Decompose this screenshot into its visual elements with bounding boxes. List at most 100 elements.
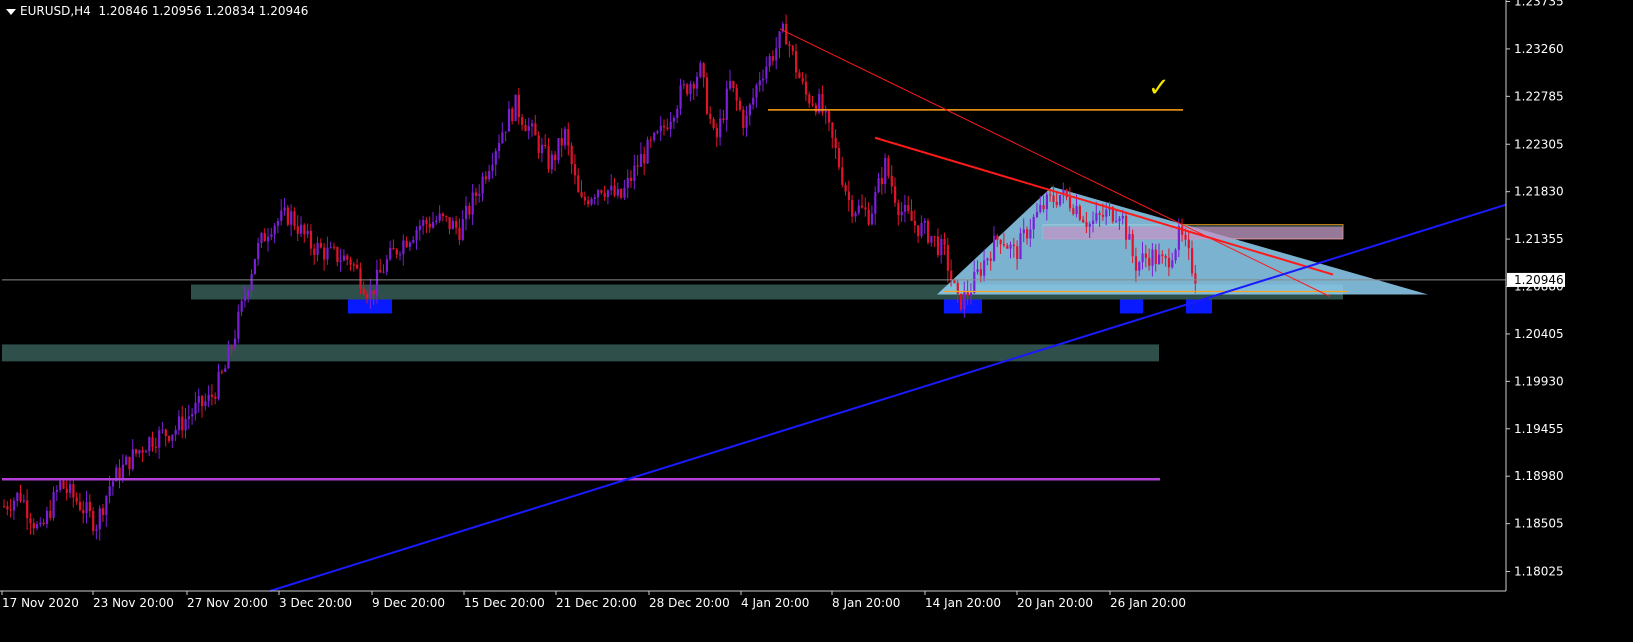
- candle-body: [250, 274, 253, 291]
- candle-body: [917, 225, 920, 237]
- candle-body: [527, 126, 530, 132]
- candle-body: [105, 496, 108, 515]
- y-tick-label: 1.18505: [1514, 517, 1564, 531]
- candle-body: [669, 121, 672, 130]
- chart-title: EURUSD,H4 1.20846 1.20956 1.20834 1.2094…: [6, 4, 308, 18]
- candle-body: [69, 484, 72, 493]
- candle-body: [326, 247, 329, 260]
- candle-body: [702, 63, 705, 78]
- candle-body: [877, 178, 880, 193]
- candle-body: [234, 338, 237, 348]
- candle-body: [1042, 205, 1045, 210]
- candle-body: [385, 259, 388, 272]
- candle-body: [534, 123, 537, 136]
- candle-body: [26, 500, 29, 519]
- candle-body: [755, 85, 758, 98]
- candle-body: [567, 129, 570, 146]
- candle-body: [181, 416, 184, 431]
- current-price-label: 1.20946: [1514, 273, 1564, 287]
- candle-body: [187, 416, 190, 419]
- candle-body: [240, 300, 243, 312]
- candle-body: [16, 492, 19, 501]
- candle-body: [1006, 245, 1009, 249]
- candle-body: [768, 56, 771, 67]
- candle-body: [257, 243, 260, 260]
- candle-body: [121, 464, 124, 480]
- candle-body: [544, 144, 547, 147]
- candle-body: [600, 190, 603, 193]
- x-tick-label: 15 Dec 20:00: [464, 596, 545, 610]
- candle-body: [161, 429, 164, 431]
- candle-body: [933, 236, 936, 238]
- candle-body: [979, 269, 982, 276]
- candle-body: [98, 508, 101, 530]
- candle-body: [864, 207, 867, 210]
- candle-body: [372, 290, 375, 295]
- candle-body: [1035, 211, 1039, 217]
- price-chart[interactable]: 1.23735 1.23260 1.22785 1.22305 1.21830 1.213…: [0, 0, 1633, 638]
- x-tick-label: 20 Jan 20:00: [1017, 596, 1093, 610]
- candle-body: [333, 246, 336, 248]
- candle-body: [1138, 262, 1141, 271]
- candle-body: [791, 45, 794, 52]
- candle-body: [346, 255, 349, 260]
- candle-body: [907, 204, 910, 212]
- candle-body: [715, 128, 718, 138]
- candle-body: [382, 271, 385, 273]
- candle-body: [1059, 195, 1062, 205]
- candle-body: [758, 80, 761, 86]
- candle-body: [983, 260, 986, 276]
- candle-body: [461, 219, 464, 240]
- candle-body: [478, 193, 481, 196]
- candle-body: [927, 220, 930, 243]
- candle-body: [583, 196, 586, 201]
- candle-body: [135, 449, 138, 454]
- candle-body: [316, 242, 319, 255]
- candle-body: [144, 451, 148, 453]
- x-tick-label: 26 Jan 20:00: [1110, 596, 1186, 610]
- chart-area[interactable]: 1.23735 1.23260 1.22785 1.22305 1.21830 1.213…: [0, 0, 1633, 638]
- candle-body: [290, 211, 293, 225]
- candle-body: [738, 100, 742, 110]
- y-tick-label: 1.19455: [1514, 422, 1564, 436]
- candle-body: [1082, 219, 1085, 223]
- candle-body: [996, 235, 999, 240]
- candle-body: [3, 506, 6, 508]
- candle-body: [960, 293, 963, 310]
- candle-body: [857, 205, 860, 213]
- y-tick-label: 1.23260: [1514, 42, 1564, 56]
- candle-body: [339, 260, 342, 263]
- candle-body: [168, 436, 171, 441]
- collapse-triangle-icon[interactable]: [6, 8, 16, 15]
- candle-body: [722, 118, 725, 121]
- candle-body: [837, 147, 841, 168]
- candle-body: [1187, 239, 1190, 249]
- x-tick-label: 27 Nov 20:00: [187, 596, 268, 610]
- candle-body: [590, 198, 593, 205]
- candle-body: [1151, 249, 1154, 266]
- candle-body: [194, 402, 197, 415]
- candle-body: [1032, 216, 1035, 230]
- candle-body: [29, 518, 32, 524]
- candle-body: [481, 176, 484, 194]
- candle-body: [1002, 244, 1006, 246]
- x-tick-label: 28 Dec 20:00: [649, 596, 730, 610]
- candle-body: [349, 259, 352, 265]
- candle-body: [158, 430, 161, 448]
- candle-body: [62, 480, 65, 489]
- candle-body: [336, 247, 339, 263]
- candle-body: [131, 449, 134, 470]
- candle-body: [735, 88, 738, 101]
- candle-body: [686, 84, 689, 95]
- candle-body: [108, 486, 111, 497]
- candle-body: [329, 246, 332, 248]
- candle-body: [890, 175, 893, 187]
- candle-body: [6, 506, 9, 510]
- candle-body: [494, 151, 497, 165]
- candle-body: [309, 230, 313, 249]
- candle-body: [111, 481, 115, 487]
- candle-body: [78, 501, 82, 510]
- candle-body: [224, 368, 227, 372]
- candle-body: [39, 522, 42, 525]
- candle-body: [395, 249, 398, 255]
